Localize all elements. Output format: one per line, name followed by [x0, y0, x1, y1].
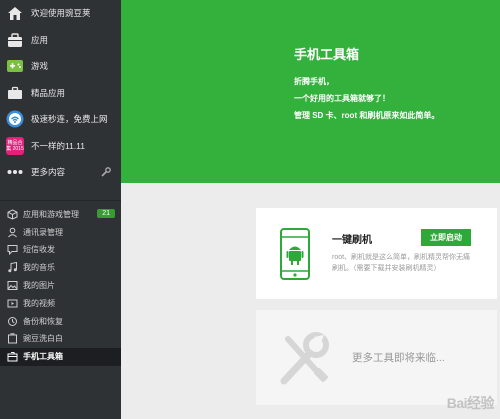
sidebar-item-app-management[interactable]: 应用和游戏管理 21	[0, 206, 121, 224]
sidebar-item-welcome[interactable]: 欢迎使用豌豆荚	[0, 0, 121, 27]
sidebar-item-label: 我的视频	[23, 298, 55, 308]
sidebar-item-videos[interactable]: 我的视频	[0, 294, 121, 312]
sidebar-item-games[interactable]: 游戏	[0, 53, 121, 80]
more-dots-icon	[6, 163, 24, 181]
sidebar-top-section: 欢迎使用豌豆荚 应用 游戏 精品应用 极速秒连，免费上网 精品合集 2015 不…	[0, 0, 121, 186]
card-title: 一键刷机	[332, 235, 372, 246]
sidebar-item-label: 我的图片	[23, 281, 55, 291]
sidebar-item-messages[interactable]: 短信收发	[0, 241, 121, 259]
backup-icon	[6, 315, 18, 327]
flash-tool-card: 一键刷机 立即启动 root、刷机就是这么简单，刷机精灵帮你无痛刷机。（需要下载…	[256, 208, 497, 299]
more-tools-text: 更多工具即将来临...	[352, 352, 445, 364]
more-tools-card: 更多工具即将来临...	[256, 310, 497, 405]
sidebar-item-label: 应用和游戏管理	[23, 209, 79, 219]
watermark-logo: Bai经验	[446, 395, 495, 411]
clean-icon	[6, 333, 18, 345]
main-content: 手机工具箱 折腾手机， 一个好用的工具箱就够了！ 管理 SD 卡、root 和刷…	[121, 0, 500, 419]
wifi-icon	[6, 110, 24, 128]
sidebar-item-label: 应用	[31, 34, 49, 45]
sidebar-item-label: 欢迎使用豌豆荚	[31, 8, 91, 19]
sidebar-item-contacts[interactable]: 通讯录管理	[0, 223, 121, 241]
cube-icon	[6, 208, 18, 220]
sidebar-item-label: 通讯录管理	[23, 227, 63, 237]
update-count-badge: 21	[97, 208, 115, 218]
hero-banner: 手机工具箱 折腾手机， 一个好用的工具箱就够了！ 管理 SD 卡、root 和刷…	[121, 0, 500, 183]
sidebar-item-toolbox[interactable]: 手机工具箱	[0, 347, 121, 366]
page-title: 手机工具箱	[294, 47, 360, 62]
tools-icon	[276, 331, 334, 392]
hero-line-1: 折腾手机，	[294, 77, 334, 86]
sidebar: 欢迎使用豌豆荚 应用 游戏 精品应用 极速秒连，免费上网 精品合集 2015 不…	[0, 0, 121, 419]
sidebar-item-label: 手机工具箱	[23, 352, 63, 362]
sidebar-item-label: 我的音乐	[23, 263, 55, 273]
sidebar-item-music[interactable]: 我的音乐	[0, 259, 121, 277]
sidebar-item-label: 豌豆洗白白	[23, 334, 63, 344]
launch-button[interactable]: 立即启动	[421, 229, 471, 246]
card-description: root、刷机就是这么简单，刷机精灵帮你无痛刷机。（需要下载并安装刷机精灵）	[332, 254, 471, 272]
sidebar-item-wifi[interactable]: 极速秒连，免费上网	[0, 106, 121, 133]
sidebar-item-label: 极速秒连，免费上网	[31, 114, 108, 125]
sidebar-item-label: 游戏	[31, 61, 49, 72]
briefcase-icon	[6, 84, 24, 102]
music-icon	[6, 262, 18, 274]
sidebar-item-label: 精品应用	[31, 87, 66, 98]
sidebar-item-apps[interactable]: 应用	[0, 27, 121, 54]
sidebar-item-label: 更多内容	[31, 167, 66, 178]
home-icon	[6, 4, 24, 22]
sidebar-bottom-section: 应用和游戏管理 21 通讯录管理 短信收发 我的音乐 我的图片 我的视频 备份和…	[0, 201, 121, 366]
sidebar-item-label: 备份和恢复	[23, 316, 63, 326]
hero-line-3: 管理 SD 卡、root 和刷机原来如此简单。	[294, 111, 440, 120]
sidebar-item-backup[interactable]: 备份和恢复	[0, 312, 121, 330]
message-icon	[6, 244, 18, 256]
gamepad-icon	[6, 57, 24, 75]
hero-line-2: 一个好用的工具箱就够了！	[294, 94, 390, 103]
sidebar-item-clean[interactable]: 豌豆洗白白	[0, 330, 121, 348]
bag-icon	[6, 31, 24, 49]
wrench-icon[interactable]	[101, 167, 111, 179]
sidebar-item-promo[interactable]: 精品合集 2015 不一样的11.11	[0, 133, 121, 160]
contact-icon	[6, 226, 18, 238]
promo-icon: 精品合集 2015	[6, 136, 24, 155]
picture-icon	[6, 280, 18, 292]
sidebar-item-label: 短信收发	[23, 245, 55, 255]
sidebar-item-label: 不一样的11.11	[31, 140, 86, 151]
sidebar-item-featured[interactable]: 精品应用	[0, 80, 121, 107]
phone-android-icon	[280, 228, 310, 285]
video-icon	[6, 297, 18, 309]
sidebar-item-pictures[interactable]: 我的图片	[0, 277, 121, 295]
sidebar-item-more[interactable]: 更多内容	[0, 159, 121, 186]
toolbox-icon	[6, 351, 18, 363]
